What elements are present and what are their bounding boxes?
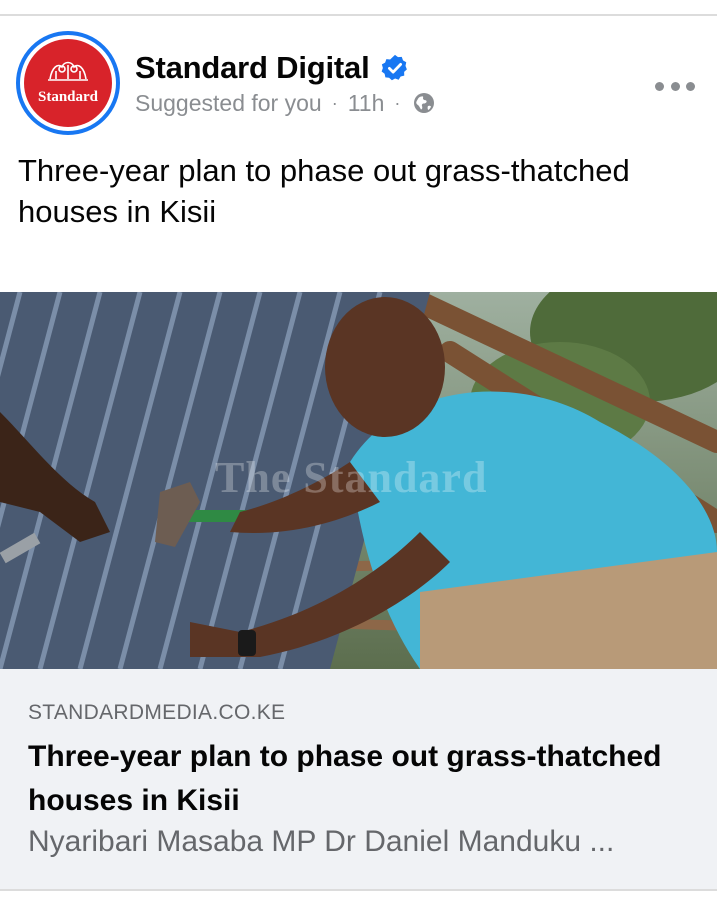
page-avatar[interactable]: Standard bbox=[16, 31, 120, 135]
bottom-divider bbox=[0, 889, 717, 891]
post-header: Standard Standard Digital Suggested for … bbox=[0, 16, 717, 146]
link-preview[interactable]: STANDARDMEDIA.CO.KE Three-year plan to p… bbox=[0, 669, 717, 889]
more-dot bbox=[670, 81, 680, 91]
more-dot bbox=[686, 81, 695, 91]
post-meta: Suggested for you · 11h · bbox=[135, 88, 436, 118]
photo-watermark: The Standard bbox=[215, 453, 488, 502]
link-domain: STANDARDMEDIA.CO.KE bbox=[28, 701, 286, 724]
globe-icon bbox=[414, 93, 435, 113]
link-title[interactable]: Three-year plan to phase out grass-thatc… bbox=[28, 735, 688, 823]
meta-separator: · bbox=[331, 92, 338, 113]
meta-separator: · bbox=[394, 92, 401, 113]
suggested-label: Suggested for you bbox=[135, 89, 322, 116]
post-timestamp[interactable]: 11h bbox=[348, 90, 385, 117]
more-dot bbox=[655, 81, 664, 91]
crest-icon bbox=[48, 61, 88, 81]
page-name-row: Standard Digital bbox=[135, 48, 410, 88]
page-name[interactable]: Standard Digital bbox=[135, 50, 370, 86]
standard-logo: Standard bbox=[24, 39, 112, 127]
post-text: Three-year plan to phase out grass-thatc… bbox=[18, 153, 630, 229]
post-photo[interactable]: The Standard bbox=[0, 292, 717, 669]
avatar-label: Standard bbox=[37, 89, 99, 105]
verified-badge-icon bbox=[381, 54, 407, 81]
link-description: Nyaribari Masaba MP Dr Daniel Manduku ..… bbox=[28, 825, 615, 858]
more-options-icon[interactable] bbox=[655, 76, 695, 96]
